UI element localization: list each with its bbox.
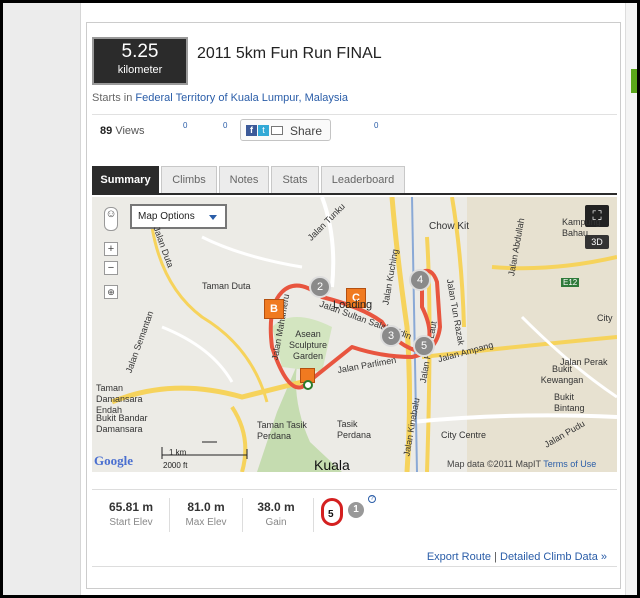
- tab-notes[interactable]: Notes: [219, 166, 269, 193]
- map-label: Taman Duta: [202, 281, 251, 291]
- climb-category-icon[interactable]: 5: [321, 498, 349, 528]
- footer-links: Export Route | Detailed Climb Data »: [427, 551, 607, 563]
- route-marker-2[interactable]: 2: [309, 276, 331, 298]
- route-marker-4[interactable]: 4: [409, 269, 431, 291]
- start-elev-label: Start Elev: [109, 517, 153, 528]
- share-label: Share: [290, 124, 323, 138]
- map-label: Bukit Bandar Damansara: [96, 413, 148, 434]
- zoom-in-button[interactable]: +: [104, 242, 118, 256]
- street-view-pegman-icon[interactable]: ☺: [104, 207, 118, 231]
- distance-unit: kilometer: [117, 64, 163, 76]
- stats-panel: 65.81 m Start Elev 81.0 m Max Elev 38.0 …: [92, 489, 617, 567]
- distance-box: 5.25 kilometer: [92, 37, 188, 85]
- map-label: Bukit Bintang: [554, 392, 585, 413]
- loading-text: Loading: [333, 299, 373, 311]
- attribution-text: Map data ©2011 MapIT: [447, 459, 541, 469]
- map-label: Taman Damansara Endah: [96, 383, 143, 415]
- terms-of-use-link[interactable]: Terms of Use: [543, 459, 596, 469]
- route-map[interactable]: ☺ + − ⊕ Map Options ⛶ 3D Jalan Duta Tama…: [92, 197, 617, 472]
- facebook-icon[interactable]: f: [246, 125, 257, 136]
- tab-summary[interactable]: Summary: [92, 166, 159, 193]
- route-card: 5.25 kilometer 2011 5km Fun Run FINAL St…: [86, 22, 621, 589]
- route-title: 2011 5km Fun Run FINAL: [197, 45, 382, 62]
- map-label: Tasik Perdana: [337, 419, 372, 440]
- social-counter-1: 0: [183, 121, 188, 130]
- map-label: Kuala: [314, 457, 350, 472]
- start-elev-value: 65.81 m: [108, 500, 154, 514]
- map-label: Taman Tasik Perdana: [257, 420, 307, 441]
- route-marker-5[interactable]: 5: [413, 335, 435, 357]
- starts-prefix: Starts in: [92, 92, 133, 104]
- max-elev-value: 81.0 m: [187, 500, 225, 514]
- map-label: Bukit Kewangan: [540, 364, 584, 385]
- help-icon[interactable]: ?: [368, 495, 376, 503]
- social-counter-3: 0: [374, 121, 379, 130]
- chevron-down-icon: [209, 215, 217, 220]
- scale-km: 1 km: [169, 448, 187, 457]
- tab-leaderboard[interactable]: Leaderboard: [321, 166, 405, 193]
- right-edge-panel: [625, 3, 637, 595]
- map-label: Jalan Perak: [560, 357, 608, 367]
- views-count: 89: [100, 125, 113, 137]
- gain-stat: 38.0 m Gain: [241, 500, 311, 528]
- locate-me-icon[interactable]: ⊕: [104, 285, 118, 299]
- green-accent-tab[interactable]: [631, 69, 637, 93]
- climb-category-value: 5: [328, 509, 334, 520]
- views-counter: 89 Views: [100, 125, 144, 137]
- gain-value: 38.0 m: [257, 500, 295, 514]
- link-separator: |: [494, 551, 497, 563]
- tab-stats[interactable]: Stats: [271, 166, 319, 193]
- route-marker-3[interactable]: 3: [380, 325, 402, 347]
- export-route-link[interactable]: Export Route: [427, 551, 491, 563]
- google-logo: Google: [94, 453, 133, 468]
- max-elev-label: Max Elev: [185, 517, 227, 528]
- map-label: City: [597, 313, 613, 323]
- map-label: E12: [561, 278, 580, 287]
- start-elev-stat: 65.81 m Start Elev: [96, 500, 166, 528]
- left-background-panel: [3, 3, 81, 595]
- divider: [169, 498, 170, 532]
- social-counter-2: 0: [223, 121, 228, 130]
- zoom-out-button[interactable]: −: [104, 261, 118, 275]
- map-attribution: Map data ©2011 MapIT Terms of Use: [447, 459, 596, 469]
- distance-value: 5.25: [121, 41, 159, 62]
- location-link[interactable]: Federal Territory of Kuala Lumpur, Malay…: [135, 92, 348, 104]
- route-marker-b[interactable]: B: [264, 299, 284, 319]
- climb-count-badge: 1: [348, 502, 364, 518]
- twitter-icon[interactable]: t: [258, 125, 269, 136]
- page-frame: 5.25 kilometer 2011 5km Fun Run FINAL St…: [3, 3, 637, 595]
- scale-ft: 2000 ft: [163, 461, 188, 470]
- email-icon[interactable]: [271, 126, 283, 135]
- tab-underline: [92, 193, 617, 195]
- map-label: City Centre: [441, 430, 487, 440]
- finish-pin-icon[interactable]: [303, 380, 313, 390]
- map-label: Kampung Bahau: [562, 217, 601, 238]
- starts-in-line: Starts in Federal Territory of Kuala Lum…: [92, 92, 348, 104]
- gain-label: Gain: [265, 517, 287, 528]
- max-elev-stat: 81.0 m Max Elev: [171, 500, 241, 528]
- tab-climbs[interactable]: Climbs: [161, 166, 217, 193]
- map-label: Chow Kit: [429, 221, 470, 232]
- detailed-climb-data-link[interactable]: Detailed Climb Data »: [500, 551, 607, 563]
- map-options-dropdown[interactable]: Map Options: [130, 204, 227, 229]
- map-label: Asean Sculpture Garden: [288, 329, 328, 361]
- divider: [313, 498, 314, 532]
- map-options-label: Map Options: [138, 211, 195, 222]
- views-label: Views: [115, 125, 145, 137]
- share-button[interactable]: f t Share: [240, 119, 331, 141]
- divider: [92, 114, 617, 115]
